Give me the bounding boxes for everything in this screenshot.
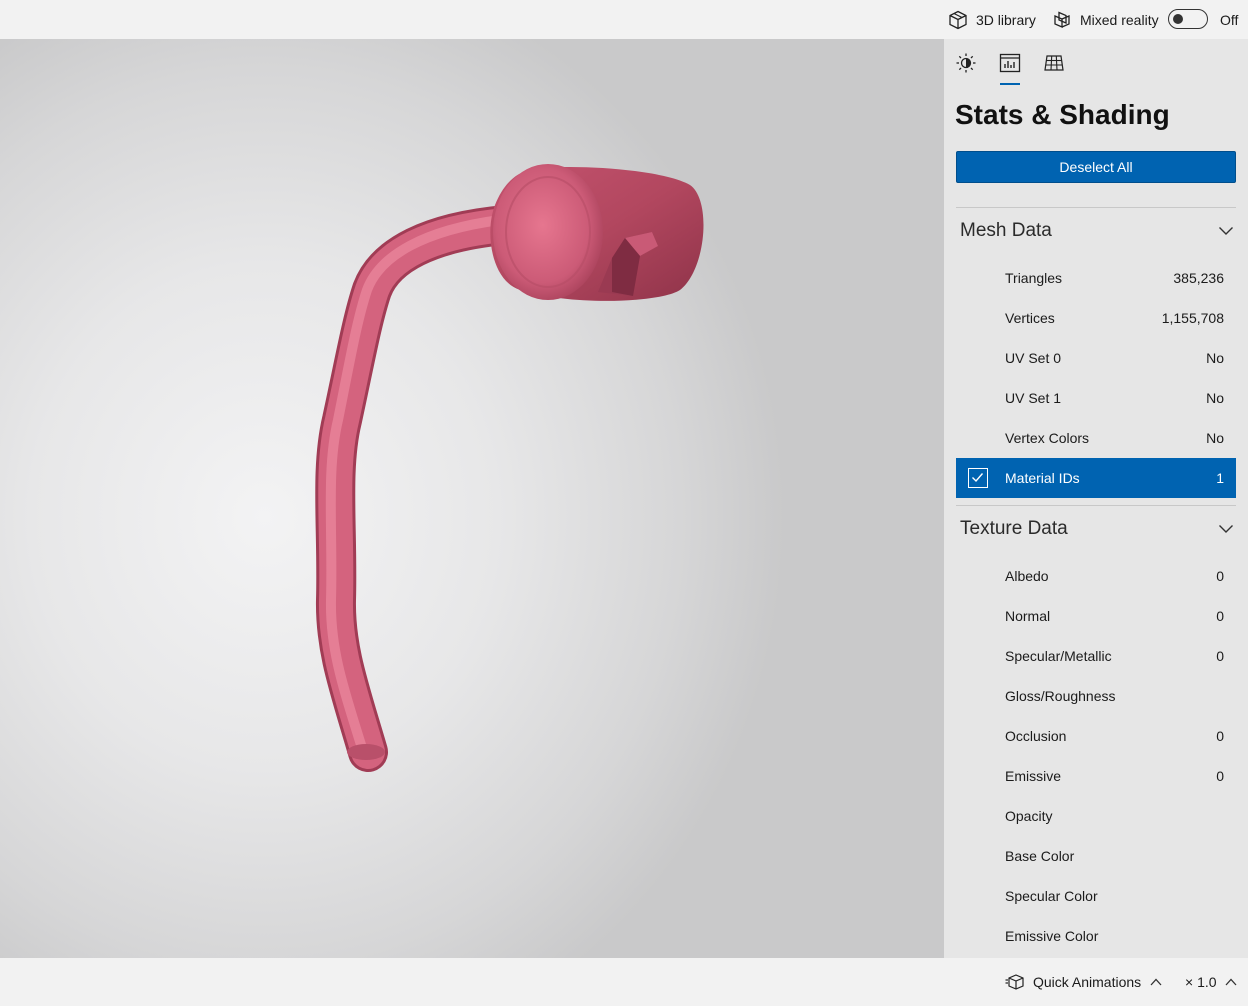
texture-row-specular-metallic[interactable]: Specular/Metallic 0 [956,636,1236,676]
stat-label: Vertices [1005,310,1055,326]
speed-label: × 1.0 [1185,974,1217,990]
panel-title: Stats & Shading [955,99,1170,130]
stat-value: 385,236 [1173,270,1224,286]
lighting-icon [956,53,976,73]
texture-label: Specular Color [1005,888,1098,904]
texture-data-heading: Texture Data [960,518,1068,539]
divider [956,505,1236,506]
stats-shading-panel: Stats & Shading Deselect All Mesh Data T… [944,39,1248,958]
grid-icon [1044,55,1064,71]
mesh-data-heading: Mesh Data [960,220,1052,241]
animation-icon [1005,974,1024,990]
texture-label: Occlusion [1005,728,1067,744]
panel-tab-bar [944,39,1248,87]
stat-value: 1 [1216,470,1224,486]
cube-icon [949,10,967,29]
mixed-reality-icon [1054,11,1070,28]
texture-label: Gloss/Roughness [1005,688,1116,704]
texture-row-opacity[interactable]: Opacity [956,796,1236,836]
top-toolbar: 3D library Mixed reality Off [0,0,1248,39]
mixed-reality-label: Mixed reality [1080,11,1159,28]
mixed-reality-button[interactable]: Mixed reality [1052,0,1159,39]
toggle-knob [1173,13,1183,24]
texture-label: Specular/Metallic [1005,648,1112,664]
stat-value: No [1206,350,1224,366]
3d-model[interactable] [0,39,944,958]
divider [956,207,1236,208]
tab-lighting[interactable] [953,51,979,75]
stat-label: Vertex Colors [1005,430,1090,446]
active-tab-indicator [1000,83,1020,85]
texture-label: Base Color [1005,848,1075,864]
stat-row-material-ids[interactable]: Material IDs 1 [956,458,1236,498]
stat-label: Triangles [1005,270,1063,286]
texture-label: Emissive Color [1005,928,1099,944]
texture-label: Emissive [1005,768,1062,784]
stat-row-triangles[interactable]: Triangles 385,236 [956,258,1236,298]
chevron-up-icon [1225,978,1237,986]
stat-row-uv-set-1[interactable]: UV Set 1 No [956,378,1236,418]
texture-row-gloss-roughness[interactable]: Gloss/Roughness [956,676,1236,716]
stat-row-vertices[interactable]: Vertices 1,155,708 [956,298,1236,338]
3d-library-label: 3D library [976,11,1036,28]
texture-value: 0 [1216,648,1224,664]
material-ids-checkbox[interactable] [968,468,988,488]
tab-grid[interactable] [1041,51,1067,75]
chevron-up-icon [1150,978,1162,986]
texture-row-base-color[interactable]: Base Color [956,836,1236,876]
stat-label: UV Set 1 [1005,390,1062,406]
stat-value: No [1206,390,1224,406]
chevron-down-icon [1219,525,1233,533]
texture-label: Albedo [1005,568,1049,584]
texture-row-emissive-color[interactable]: Emissive Color [956,916,1236,956]
mixed-reality-toggle[interactable] [1168,9,1208,29]
stats-icon [999,53,1021,73]
stat-value: No [1206,430,1224,446]
stat-value: 1,155,708 [1161,310,1224,326]
texture-label: Normal [1005,608,1051,624]
stat-label: UV Set 0 [1005,350,1062,366]
texture-value: 0 [1216,568,1224,584]
bottom-toolbar: Quick Animations × 1.0 [0,958,1248,1006]
mesh-data-header[interactable]: Mesh Data [960,216,1236,246]
animation-speed-button[interactable]: × 1.0 [1185,958,1237,1006]
tab-stats[interactable] [997,51,1023,75]
texture-label: Opacity [1005,808,1053,824]
stat-row-vertex-colors[interactable]: Vertex Colors No [956,418,1236,458]
chevron-down-icon [1219,227,1233,235]
stat-label: Material IDs [1005,470,1080,486]
texture-value: 0 [1216,728,1224,744]
texture-row-normal[interactable]: Normal 0 [956,596,1236,636]
stat-row-uv-set-0[interactable]: UV Set 0 No [956,338,1236,378]
texture-row-emissive[interactable]: Emissive 0 [956,756,1236,796]
3d-viewport[interactable] [0,39,944,958]
toggle-state-label: Off [1220,11,1239,28]
texture-data-header[interactable]: Texture Data [960,514,1236,544]
deselect-all-button[interactable]: Deselect All [956,151,1236,183]
texture-row-specular-color[interactable]: Specular Color [956,876,1236,916]
texture-row-albedo[interactable]: Albedo 0 [956,556,1236,596]
quick-animations-label: Quick Animations [1033,974,1142,990]
texture-value: 0 [1216,608,1224,624]
quick-animations-button[interactable]: Quick Animations [1005,958,1162,1006]
3d-library-button[interactable]: 3D library [948,0,1036,39]
texture-row-occlusion[interactable]: Occlusion 0 [956,716,1236,756]
texture-value: 0 [1216,768,1224,784]
checkmark-icon [972,473,984,483]
